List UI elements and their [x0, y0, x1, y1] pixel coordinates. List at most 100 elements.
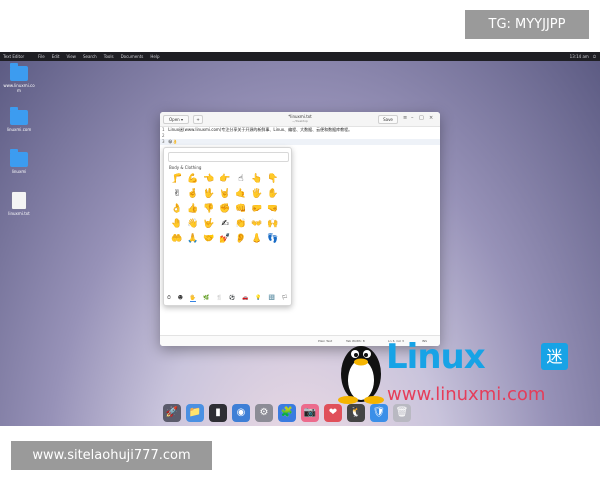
emoji-item[interactable]: 👍	[185, 202, 201, 217]
trash-icon[interactable]: 🗑	[393, 404, 411, 422]
menu-edit[interactable]: Edit	[52, 52, 60, 61]
emoji-item[interactable]: 🦵	[169, 172, 185, 187]
desktop-icon-label: linuxmi	[11, 169, 27, 174]
tab-food[interactable]: 🍴	[216, 295, 222, 302]
menu-bar: File Edit View Search Tools Documents He…	[38, 52, 160, 61]
emoji-item[interactable]: ✍	[217, 217, 233, 232]
emoji-item[interactable]: 🤘	[217, 187, 233, 202]
clock[interactable]: 13:14 am	[570, 52, 589, 61]
watermark-badge: 迷	[541, 343, 568, 370]
tab-smileys[interactable]: ☻	[178, 295, 183, 302]
window-header: Open ▾ + *linuxmi.txt ~/Desktop Save ≡ –…	[160, 112, 440, 127]
window-subtitle: ~/Desktop	[292, 119, 308, 123]
app-menu-label[interactable]: Text Editor	[3, 52, 24, 61]
emoji-item[interactable]: 👆	[249, 172, 265, 187]
minimize-icon[interactable]: –	[411, 115, 414, 121]
emoji-category-title: Body & Clothing	[169, 165, 202, 170]
emoji-item[interactable]: 👋	[185, 217, 201, 232]
emoji-item[interactable]: 🙌	[265, 217, 281, 232]
emoji-item[interactable]: 🤙	[233, 187, 249, 202]
emoji-item[interactable]: 🖐	[249, 187, 265, 202]
tab-objects[interactable]: 💡	[255, 295, 261, 302]
desktop-screen: Text Editor File Edit View Search Tools …	[0, 52, 600, 426]
maximize-icon[interactable]: □	[419, 115, 424, 121]
format-selector[interactable]: Plain Text	[318, 336, 332, 346]
emoji-item[interactable]: 👃	[249, 232, 265, 247]
close-icon[interactable]: ×	[429, 115, 433, 121]
emoji-item[interactable]: 🤚	[169, 217, 185, 232]
bottom-watermark-tag: www.sitelaohuji777.com	[11, 441, 212, 470]
emoji-item[interactable]: 👣	[265, 232, 281, 247]
menu-help[interactable]: Help	[150, 52, 159, 61]
top-panel: Text Editor File Edit View Search Tools …	[0, 52, 600, 61]
desktop-file-linuxmi-txt[interactable]: linuxmi.txt	[1, 192, 37, 216]
emoji-item[interactable]: ✋	[265, 187, 281, 202]
emoji-item[interactable]: 👊	[233, 202, 249, 217]
app-store-icon[interactable]: 🧩	[278, 404, 296, 422]
emoji-item[interactable]: 👌	[169, 202, 185, 217]
emoji-item[interactable]: ✌	[169, 187, 185, 202]
emoji-item[interactable]: 🤝	[201, 232, 217, 247]
emoji-item[interactable]: 💪	[185, 172, 201, 187]
folder-icon	[10, 107, 28, 125]
desktop-folder-www[interactable]: www.linuxmi.co m	[1, 63, 37, 93]
text-file-icon	[12, 192, 26, 209]
emoji-category-tabs: ⏱ ☻ 🖐 🌿 🍴 ⚽ 🚗 💡 🔣 🏳	[167, 295, 288, 302]
emoji-item[interactable]: 👇	[265, 172, 281, 187]
emoji-item[interactable]: ✊	[217, 202, 233, 217]
emoji-item[interactable]: 👐	[249, 217, 265, 232]
browser-icon[interactable]: ◉	[232, 404, 250, 422]
favorites-icon[interactable]: ❤	[324, 404, 342, 422]
tab-activities[interactable]: ⚽	[229, 295, 235, 302]
line-text: Linux迷(www.linuxmi.com)专注分享关于开源的新鲜事、Linu…	[168, 127, 353, 132]
tab-symbols[interactable]: 🔣	[269, 295, 275, 302]
emoji-picker: Body & Clothing 🦵 💪 👈 👉 ☝ 👆 👇 ✌ 🤞 🖖 🤘 🤙 …	[163, 147, 292, 306]
desktop-folder-linuxmi[interactable]: linuxmi	[1, 149, 37, 174]
desktop-folder-linuxmi-com[interactable]: linuxmi.com	[1, 107, 37, 132]
camera-icon[interactable]: 📷	[301, 404, 319, 422]
tux-app-icon[interactable]: 🐧	[347, 404, 365, 422]
menu-view[interactable]: View	[66, 52, 76, 61]
tab-flags[interactable]: 🏳	[282, 295, 288, 302]
dock: 🚀 📁 ▮ ◉ ⚙ 🧩 📷 ❤ 🐧 🛡 🗑	[163, 400, 436, 426]
emoji-item[interactable]: 👈	[201, 172, 217, 187]
line-number: 3	[162, 139, 165, 144]
files-icon[interactable]: 📁	[186, 404, 204, 422]
terminal-icon[interactable]: ▮	[209, 404, 227, 422]
emoji-item[interactable]: 🖖	[201, 187, 217, 202]
menu-file[interactable]: File	[38, 52, 45, 61]
tab-travel[interactable]: 🚗	[242, 295, 248, 302]
emoji-item[interactable]: 👂	[233, 232, 249, 247]
emoji-item[interactable]: 👏	[233, 217, 249, 232]
desktop-icon-label: www.linuxmi.co m	[3, 83, 35, 93]
menu-search[interactable]: Search	[83, 52, 97, 61]
menu-documents[interactable]: Documents	[121, 52, 144, 61]
emoji-item[interactable]: 👉	[217, 172, 233, 187]
hamburger-menu-icon[interactable]: ≡	[403, 115, 407, 121]
emoji-item[interactable]: 🤛	[249, 202, 265, 217]
emoji-search-input[interactable]	[168, 152, 289, 162]
security-icon[interactable]: 🛡	[370, 404, 388, 422]
emoji-item[interactable]: 👎	[201, 202, 217, 217]
emoji-item[interactable]: 🙏	[185, 232, 201, 247]
tab-recent[interactable]: ⏱	[167, 295, 171, 302]
desktop-icon-label: linuxmi.txt	[8, 211, 30, 216]
folder-icon	[10, 63, 28, 81]
emoji-item[interactable]: 💅	[217, 232, 233, 247]
tab-nature[interactable]: 🌿	[203, 295, 209, 302]
emoji-item[interactable]: 🤟	[201, 217, 217, 232]
line-text: 😀👌	[168, 139, 178, 144]
menu-tools[interactable]: Tools	[104, 52, 114, 61]
save-button[interactable]: Save	[378, 115, 398, 124]
power-icon[interactable]: ⏻	[593, 52, 596, 61]
editor-line-current: 3 😀👌	[160, 139, 440, 145]
settings-icon[interactable]: ⚙	[255, 404, 273, 422]
emoji-item[interactable]: 🤲	[169, 232, 185, 247]
emoji-item[interactable]: ☝	[233, 172, 249, 187]
emoji-item[interactable]: 🤞	[185, 187, 201, 202]
tab-body[interactable]: 🖐	[189, 295, 197, 302]
emoji-grid: 🦵 💪 👈 👉 ☝ 👆 👇 ✌ 🤞 🖖 🤘 🤙 🖐 ✋ 👌 👍 👎 ✊ 👊 🤛 …	[169, 172, 281, 247]
emoji-item[interactable]: 🤜	[265, 202, 281, 217]
launcher-icon[interactable]: 🚀	[163, 404, 181, 422]
desktop-icon-label: linuxmi.com	[6, 127, 32, 132]
